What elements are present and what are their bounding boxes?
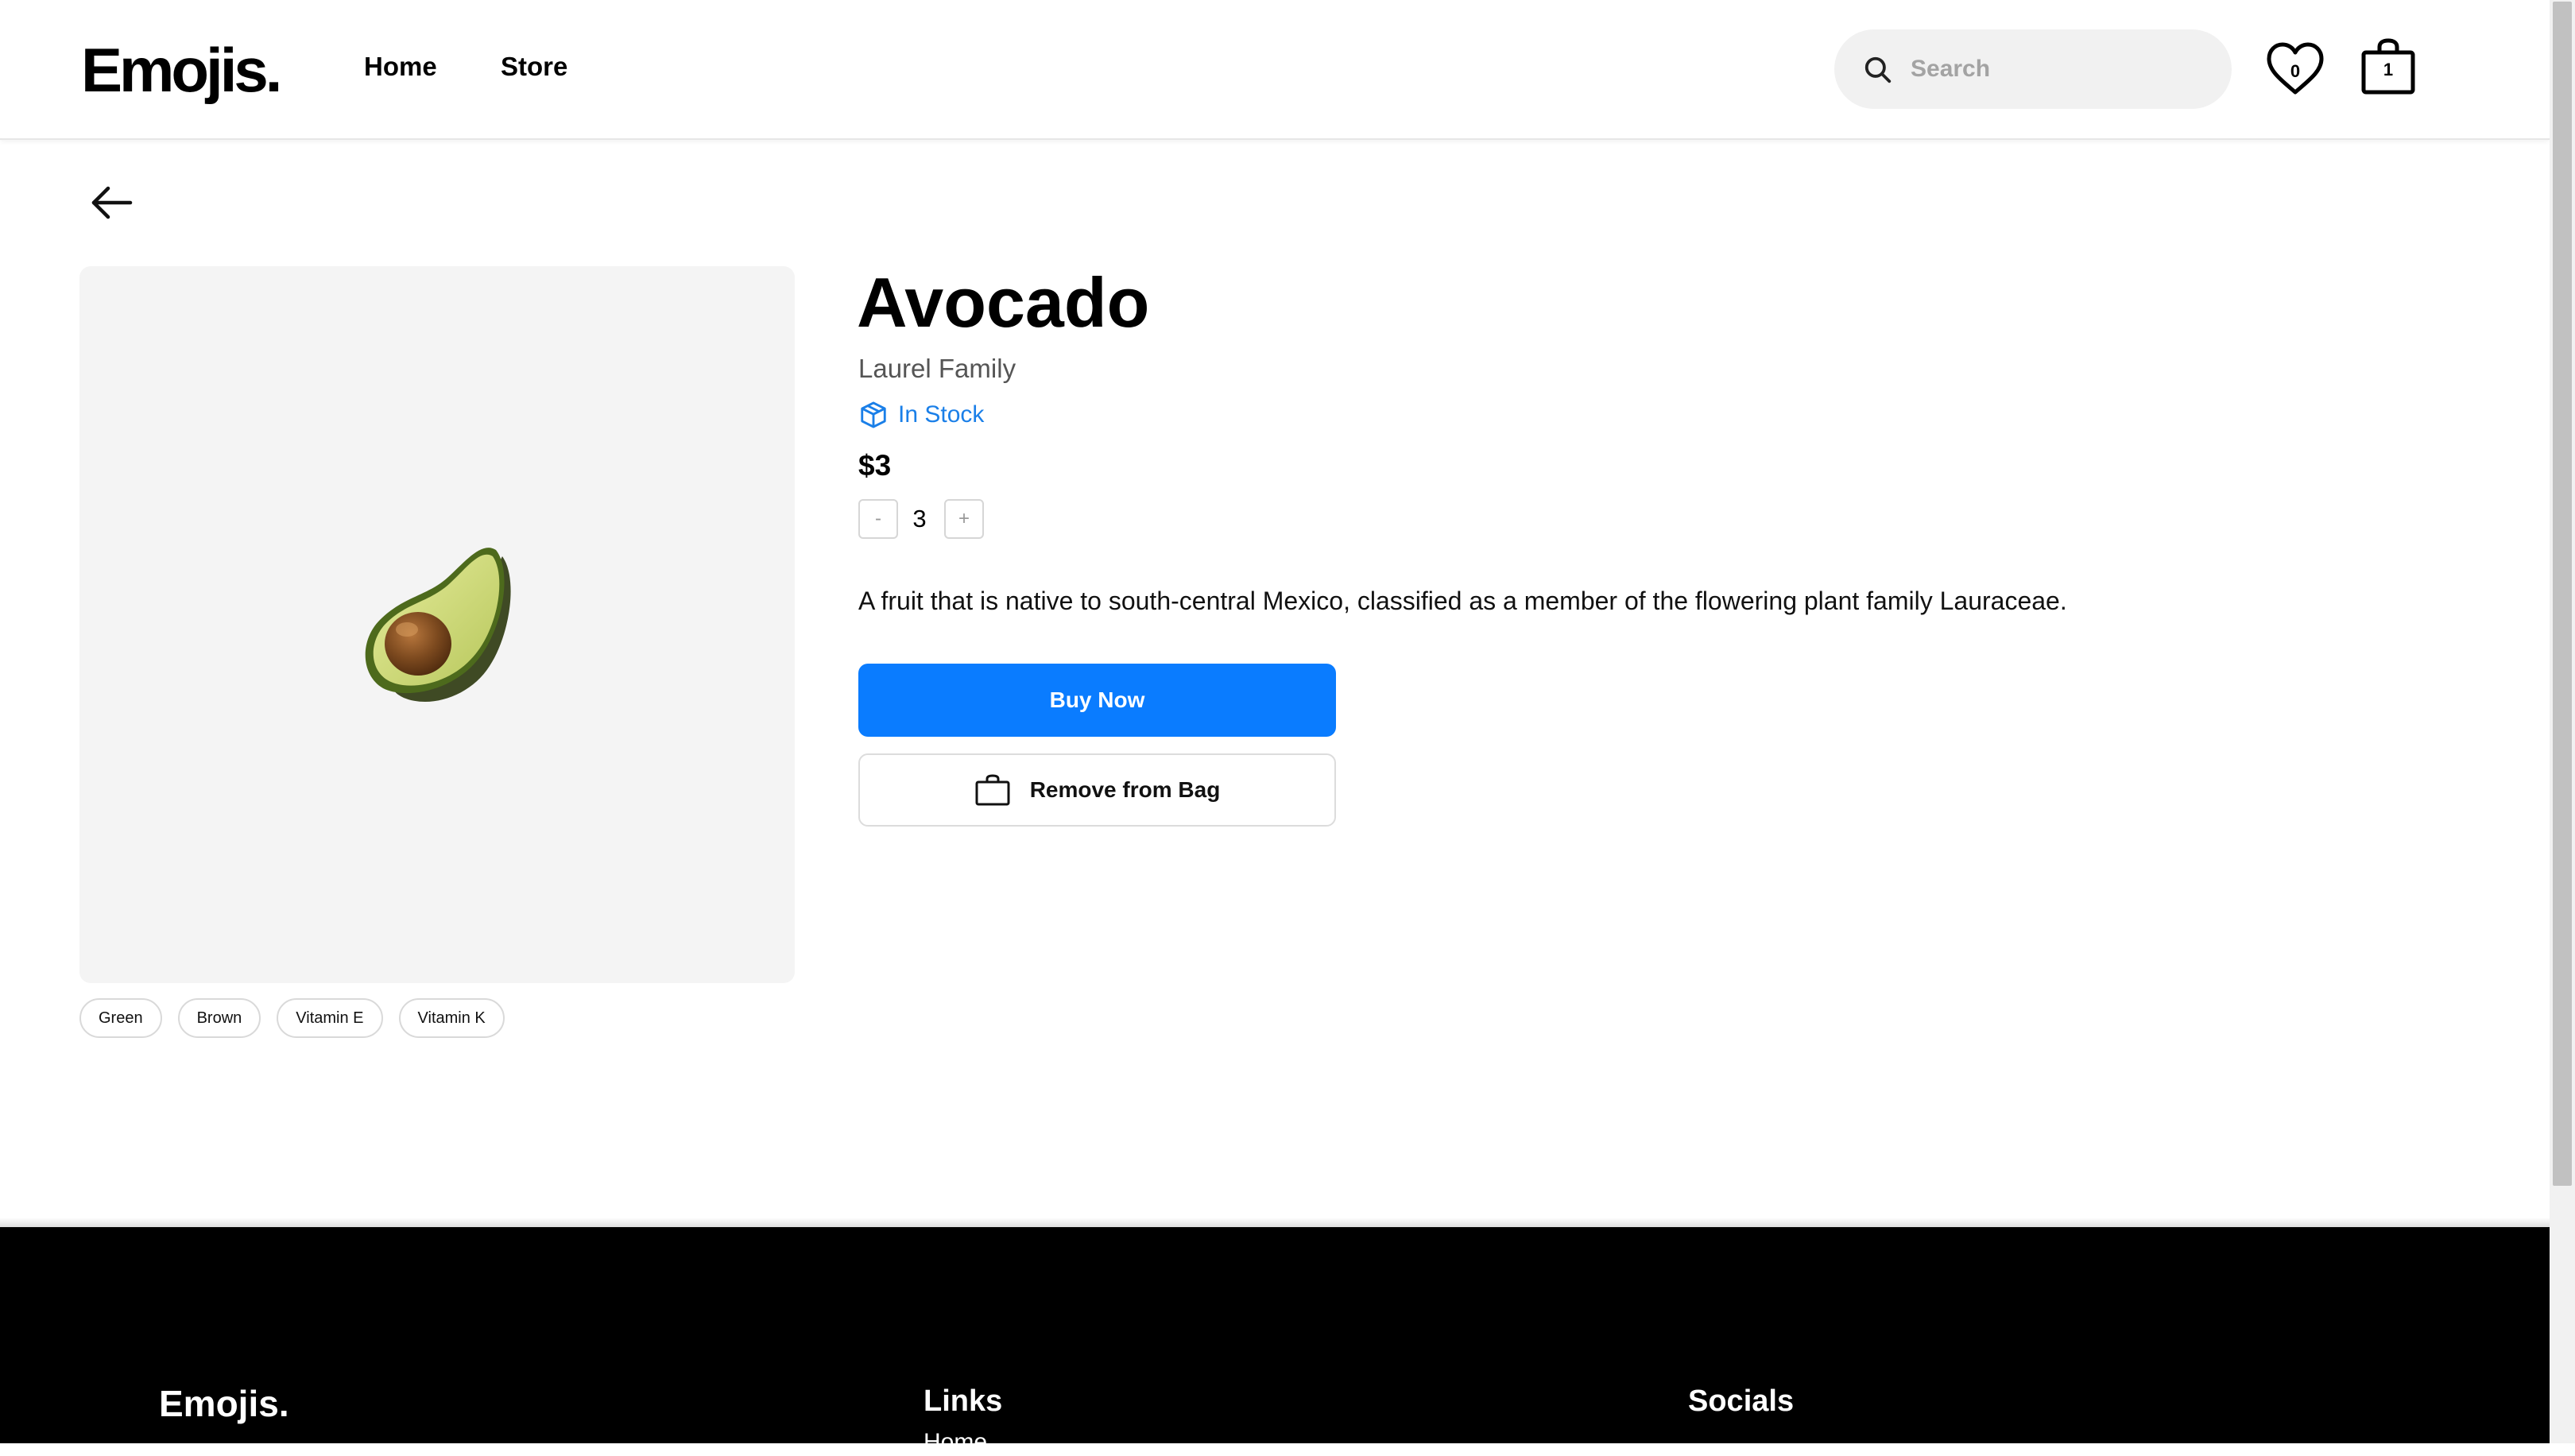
- remove-from-bag-label: Remove from Bag: [1029, 777, 1221, 802]
- wishlist-count: 0: [2290, 61, 2301, 81]
- nav-store-link[interactable]: Store: [501, 51, 567, 83]
- search-icon: [1864, 56, 1892, 83]
- stock-status: In Stock: [858, 399, 984, 431]
- search-input[interactable]: [1909, 47, 2211, 91]
- footer-link-home[interactable]: Home: [924, 1429, 987, 1456]
- site-header: Emojis. Home Store 0 1: [0, 0, 2550, 140]
- quantity-increase-button[interactable]: +: [944, 499, 984, 539]
- bag-icon: [975, 774, 1010, 806]
- tag-chip[interactable]: Brown: [177, 998, 261, 1038]
- avocado-image: [365, 548, 511, 703]
- back-button[interactable]: [89, 183, 135, 223]
- bag-count: 1: [2383, 60, 2394, 79]
- quantity-value: 3: [912, 505, 927, 532]
- site-footer: Emojis. Links Home Socials: [0, 1227, 2550, 1455]
- quantity-decrease-button[interactable]: -: [858, 499, 898, 539]
- product-family: Laurel Family: [858, 354, 1016, 383]
- tag-chip[interactable]: Vitamin K: [398, 998, 505, 1038]
- footer-socials-heading: Socials: [1688, 1384, 1795, 1418]
- nav-home-link[interactable]: Home: [364, 51, 437, 83]
- product-description: A fruit that is native to south-central …: [858, 587, 2067, 615]
- product-title: Avocado: [857, 263, 1150, 342]
- tag-list: Green Brown Vitamin E Vitamin K: [79, 998, 505, 1038]
- product-price: $3: [858, 449, 892, 482]
- stock-label: In Stock: [898, 401, 985, 428]
- logo[interactable]: Emojis.: [81, 37, 282, 103]
- remove-from-bag-button[interactable]: Remove from Bag: [858, 753, 1336, 827]
- bag-button[interactable]: 1: [2360, 38, 2416, 95]
- tag-chip[interactable]: Green: [79, 998, 162, 1038]
- tag-chip[interactable]: Vitamin E: [277, 998, 383, 1038]
- wishlist-button[interactable]: 0: [2265, 41, 2325, 97]
- footer-links-heading: Links: [924, 1384, 1003, 1418]
- page-scrollbar[interactable]: [2550, 0, 2575, 1443]
- box-icon: [861, 401, 886, 428]
- arrow-left-icon: [91, 186, 133, 219]
- footer-logo[interactable]: Emojis.: [159, 1383, 289, 1424]
- search-bar[interactable]: [1834, 29, 2232, 109]
- scrollbar-thumb[interactable]: [2553, 2, 2572, 1186]
- buy-now-button[interactable]: Buy Now: [858, 664, 1336, 737]
